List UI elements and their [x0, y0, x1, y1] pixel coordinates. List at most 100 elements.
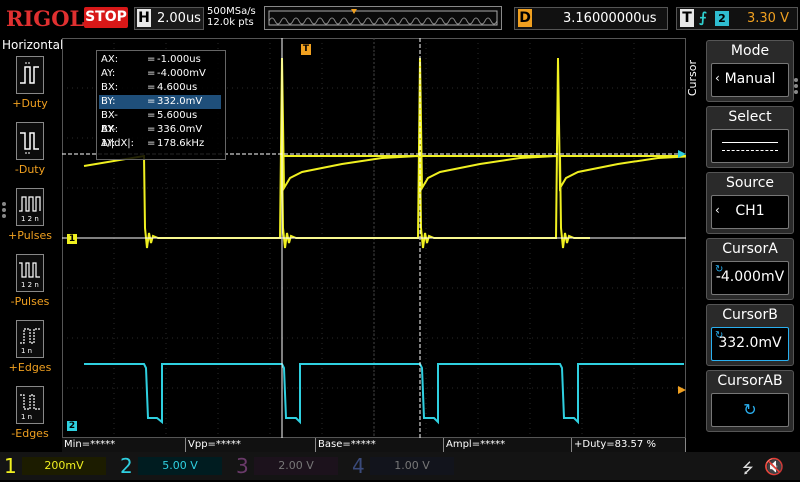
rigol-logo: RIGOL: [6, 6, 85, 31]
ch2-waveform: [84, 363, 684, 425]
readout-equals: =: [147, 96, 156, 107]
channel-1-button[interactable]: 1 200mV: [0, 452, 112, 480]
delay-value: 3.16000000us: [563, 11, 657, 26]
cursora-menu-item[interactable]: CursorA ↻ -4.000mV: [706, 238, 794, 300]
panel-title: Horizontal: [2, 38, 64, 52]
trigger-position-waveform: [268, 9, 498, 26]
svg-text:1 n: 1 n: [21, 413, 32, 421]
channel-number: 1: [4, 454, 17, 478]
trigger-level-marker: [678, 386, 686, 394]
measure-label: +Pulses: [8, 229, 52, 242]
mode-value-box: ‹ Manual: [711, 63, 789, 97]
run-stop-button[interactable]: STOP: [84, 7, 128, 28]
measure-label: +Duty: [12, 97, 48, 110]
menu-title: CursorA: [722, 241, 778, 257]
horizontal-timebase-box[interactable]: H 2.00us: [134, 7, 204, 30]
readout-key: BY:: [101, 96, 116, 107]
readout-value: 332.0mV: [157, 96, 203, 107]
menu-title: CursorAB: [717, 373, 783, 389]
mode-menu-item[interactable]: Mode ‹ Manual: [706, 40, 794, 102]
speaker-muted-icon[interactable]: 🔇: [764, 457, 784, 476]
readout-value: 336.0mV: [157, 124, 203, 135]
measurement-item[interactable]: Min=*****: [62, 438, 186, 452]
measure-label: -Pulses: [10, 295, 50, 308]
horizontal-cursor-dashed-icon: [722, 150, 778, 151]
horizontal-letter: H: [137, 9, 151, 27]
select-menu-item[interactable]: Select: [706, 106, 794, 168]
menu-value: Manual: [724, 71, 776, 87]
measure-label: +Edges: [8, 361, 52, 374]
menu-title: Mode: [730, 43, 770, 59]
measurement-item[interactable]: Ampl=*****: [444, 438, 572, 452]
negative-duty-icon: [16, 122, 44, 160]
trigger-position-bar[interactable]: [264, 6, 502, 30]
channel-3-button[interactable]: 3 2.00 V: [232, 452, 344, 480]
readout-row-selected: BY: = 332.0mV: [99, 95, 221, 109]
measure-negative-pulses[interactable]: 1 2 n -Pulses: [0, 254, 60, 316]
measurement-item[interactable]: Vpp=*****: [186, 438, 316, 452]
readout-value: 178.6kHz: [157, 138, 205, 149]
rising-edge-icon: ⨍: [699, 10, 707, 26]
measure-label: -Edges: [11, 427, 49, 440]
negative-edges-icon: 1 n: [16, 386, 44, 424]
readout-equals: =: [147, 110, 156, 121]
menu-title: Source: [725, 175, 775, 191]
measure-negative-duty[interactable]: -Duty: [0, 122, 60, 184]
measure-panel: Horizontal +Duty -Duty 1 2 n +Pulses 1 2…: [0, 38, 64, 440]
memory-depth: 12.0k pts: [207, 17, 254, 28]
trigger-level: 3.30 V: [747, 11, 789, 26]
measurement-item[interactable]: +Duty=83.57 %: [572, 438, 686, 452]
select-value-box: [711, 129, 789, 163]
measure-negative-edges[interactable]: 1 n -Edges: [0, 386, 60, 448]
measurement-bar: Min=***** Vpp=***** Base=***** Ampl=****…: [62, 438, 686, 452]
readout-value: 5.600us: [157, 110, 198, 121]
readout-value: 4.600us: [157, 82, 198, 93]
measurement-item[interactable]: Base=*****: [316, 438, 444, 452]
readout-key: 1/|dX|:: [101, 138, 135, 149]
channel-number: 2: [120, 454, 133, 478]
channel-scale: 5.00 V: [138, 457, 222, 475]
delay-box[interactable]: D 3.16000000us: [514, 7, 668, 30]
knob-icon: ↻: [743, 400, 757, 419]
readout-equals: =: [147, 68, 156, 79]
readout-equals: =: [147, 54, 156, 65]
measure-positive-duty[interactable]: +Duty: [0, 56, 60, 118]
negative-pulses-icon: 1 2 n: [16, 254, 44, 292]
measure-label: -Duty: [14, 163, 46, 176]
measure-positive-pulses[interactable]: 1 2 n +Pulses: [0, 188, 60, 250]
left-panel-scroll-handle[interactable]: [0, 200, 8, 220]
usb-icon: ⭍: [742, 461, 754, 477]
trigger-letter: T: [680, 9, 694, 27]
menu-value: -4.000mV: [715, 269, 785, 285]
channel-bar: 1 200mV 2 5.00 V 3 2.00 V 4 1.00 V ⭍ 🔇: [0, 452, 800, 480]
measure-positive-edges[interactable]: 1 n +Edges: [0, 320, 60, 382]
delay-letter: D: [518, 9, 532, 27]
menu-value: 332.0mV: [718, 335, 782, 351]
channel-number: 4: [352, 454, 365, 478]
source-menu-item[interactable]: Source ‹ CH1: [706, 172, 794, 234]
channel-scale: 200mV: [22, 457, 106, 475]
trigger-box[interactable]: T ⨍ 2 3.30 V: [676, 7, 798, 30]
channel-4-button[interactable]: 4 1.00 V: [348, 452, 460, 480]
cursorb-value-box: ↻ 332.0mV: [711, 327, 789, 361]
menu-scroll-handle[interactable]: [792, 76, 800, 96]
ch2-ground-marker[interactable]: 2: [67, 421, 77, 431]
positive-duty-icon: [16, 56, 44, 94]
svg-text:1 n: 1 n: [21, 347, 32, 355]
cursorb-menu-item[interactable]: CursorB ↻ 332.0mV: [706, 304, 794, 366]
positive-edges-icon: 1 n: [16, 320, 44, 358]
readout-equals: =: [147, 138, 156, 149]
trigger-time-marker[interactable]: T: [301, 44, 311, 55]
channel-scale: 2.00 V: [254, 457, 338, 475]
readout-key: AX:: [101, 54, 119, 65]
cursorab-value-box: ↻: [711, 393, 789, 427]
trigger-source-badge: 2: [715, 11, 729, 26]
ch1-ground-marker[interactable]: 1: [67, 234, 77, 244]
sample-rate-readout: 500MSa/s 12.0k pts: [207, 6, 256, 28]
sample-rate: 500MSa/s: [207, 6, 256, 17]
channel-2-button[interactable]: 2 5.00 V: [116, 452, 228, 480]
menu-title: CursorB: [722, 307, 778, 323]
cursorab-menu-item[interactable]: CursorAB ↻: [706, 370, 794, 432]
source-value-box: ‹ CH1: [711, 195, 789, 229]
top-status-bar: RIGOL STOP H 2.00us 500MSa/s 12.0k pts D…: [0, 0, 800, 36]
